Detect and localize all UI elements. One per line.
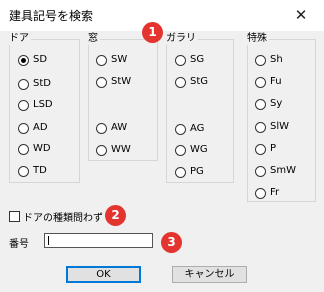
callout-badge-2: 2 bbox=[105, 205, 126, 226]
group-door: ドア SD StD LSD AD WD TD bbox=[9, 33, 80, 183]
radio-ag-circle[interactable] bbox=[175, 123, 186, 135]
radio-std-circle[interactable] bbox=[18, 78, 29, 90]
radio-td-label: TD bbox=[33, 165, 47, 176]
radio-ad[interactable]: AD bbox=[18, 121, 48, 135]
radio-smw-label: SmW bbox=[270, 165, 296, 176]
ok-button[interactable]: OK bbox=[66, 266, 141, 283]
radio-p[interactable]: P bbox=[255, 142, 276, 156]
radio-wd[interactable]: WD bbox=[18, 142, 51, 156]
radio-p-circle[interactable] bbox=[255, 143, 266, 155]
radio-ww-label: WW bbox=[111, 144, 131, 155]
radio-sh[interactable]: Sh bbox=[255, 53, 283, 67]
text-caret bbox=[48, 236, 49, 245]
group-louver-title: ガラリ bbox=[166, 33, 198, 45]
any-door-type-checkbox-row[interactable]: ドアの種類問わず bbox=[9, 209, 103, 224]
number-input[interactable] bbox=[44, 233, 153, 248]
radio-stg-label: StG bbox=[190, 76, 209, 87]
radio-slw-circle[interactable] bbox=[255, 121, 266, 133]
radio-smw-circle[interactable] bbox=[255, 165, 266, 177]
radio-td[interactable]: TD bbox=[18, 164, 47, 178]
radio-sh-label: Sh bbox=[270, 54, 283, 65]
radio-pg[interactable]: PG bbox=[175, 165, 204, 179]
radio-ad-circle[interactable] bbox=[18, 122, 29, 134]
radio-fr-label: Fr bbox=[270, 187, 280, 198]
callout-badge-3: 3 bbox=[161, 232, 182, 253]
radio-wd-circle[interactable] bbox=[18, 143, 29, 155]
radio-stg[interactable]: StG bbox=[175, 75, 208, 89]
group-door-title: ドア bbox=[9, 33, 31, 45]
cancel-button[interactable]: キャンセル bbox=[172, 266, 247, 283]
radio-sh-circle[interactable] bbox=[255, 54, 266, 66]
radio-fu-circle[interactable] bbox=[255, 76, 266, 88]
radio-sd-label: SD bbox=[33, 54, 48, 65]
radio-sw[interactable]: SW bbox=[96, 53, 127, 67]
radio-wd-label: WD bbox=[33, 143, 51, 154]
radio-lsd-circle[interactable] bbox=[18, 99, 29, 111]
radio-stw-label: StW bbox=[111, 76, 132, 87]
radio-p-label: P bbox=[270, 143, 277, 154]
radio-td-circle[interactable] bbox=[18, 165, 29, 177]
radio-wg-label: WG bbox=[190, 144, 208, 155]
radio-aw-circle[interactable] bbox=[96, 122, 107, 134]
radio-sy-label: Sy bbox=[270, 98, 283, 109]
radio-lsd[interactable]: LSD bbox=[18, 98, 53, 112]
radio-lsd-label: LSD bbox=[33, 99, 53, 110]
callout-badge-1: 1 bbox=[142, 22, 163, 43]
radio-sw-circle[interactable] bbox=[96, 54, 107, 66]
radio-std[interactable]: StD bbox=[18, 77, 51, 91]
radio-sg-label: SG bbox=[190, 54, 205, 65]
radio-fu[interactable]: Fu bbox=[255, 75, 282, 89]
radio-fr-circle[interactable] bbox=[255, 187, 266, 199]
radio-wg-circle[interactable] bbox=[175, 144, 186, 156]
radio-sw-label: SW bbox=[111, 54, 128, 65]
radio-stg-circle[interactable] bbox=[175, 76, 186, 88]
radio-stw[interactable]: StW bbox=[96, 75, 131, 89]
radio-fu-label: Fu bbox=[270, 76, 282, 87]
close-icon[interactable]: ✕ bbox=[287, 3, 315, 27]
radio-ww[interactable]: WW bbox=[96, 143, 131, 157]
radio-slw[interactable]: SlW bbox=[255, 120, 289, 134]
radio-fr[interactable]: Fr bbox=[255, 186, 279, 200]
radio-aw-label: AW bbox=[111, 122, 128, 133]
radio-sg-circle[interactable] bbox=[175, 54, 186, 66]
radio-pg-circle[interactable] bbox=[175, 166, 186, 178]
radio-sd[interactable]: SD bbox=[18, 53, 47, 67]
number-label: 番号 bbox=[9, 239, 29, 250]
any-door-type-label: ドアの種類問わず bbox=[23, 213, 103, 224]
group-special: 特殊 Sh Fu Sy SlW P SmW Fr bbox=[247, 33, 316, 202]
radio-ad-label: AD bbox=[33, 122, 48, 133]
radio-wg[interactable]: WG bbox=[175, 143, 208, 157]
radio-ag[interactable]: AG bbox=[175, 122, 204, 136]
radio-pg-label: PG bbox=[190, 166, 204, 177]
radio-sy[interactable]: Sy bbox=[255, 97, 282, 111]
radio-aw[interactable]: AW bbox=[96, 121, 127, 135]
any-door-type-checkbox[interactable] bbox=[9, 211, 20, 222]
group-window: 窓 SW StW AW WW bbox=[88, 33, 158, 161]
window-title: 建具記号を検索 bbox=[9, 9, 94, 23]
radio-smw[interactable]: SmW bbox=[255, 164, 296, 178]
radio-sg[interactable]: SG bbox=[175, 53, 204, 67]
radio-sd-circle[interactable] bbox=[18, 54, 29, 66]
radio-slw-label: SlW bbox=[270, 121, 290, 132]
group-window-title: 窓 bbox=[88, 33, 100, 45]
radio-ww-circle[interactable] bbox=[96, 144, 107, 156]
radio-sy-circle[interactable] bbox=[255, 98, 266, 110]
radio-stw-circle[interactable] bbox=[96, 76, 107, 88]
radio-std-label: StD bbox=[33, 78, 51, 89]
radio-ag-label: AG bbox=[190, 123, 205, 134]
group-louver: ガラリ SG StG AG WG PG bbox=[166, 33, 234, 183]
group-special-title: 特殊 bbox=[247, 33, 269, 45]
title-bar: 建具記号を検索 ✕ bbox=[0, 0, 324, 31]
